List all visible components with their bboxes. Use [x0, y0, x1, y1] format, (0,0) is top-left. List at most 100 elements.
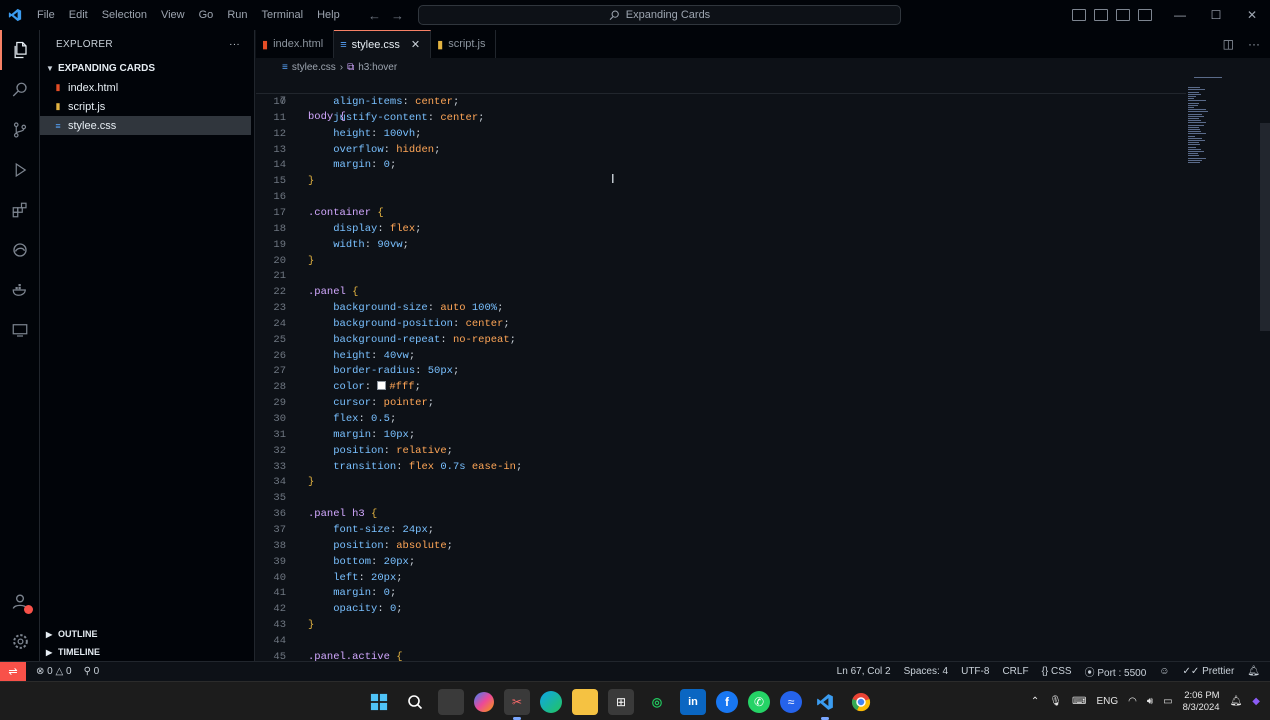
line-ending[interactable]: CRLF	[1002, 666, 1028, 677]
facebook-icon[interactable]: f	[716, 690, 738, 713]
toggle-panel-icon[interactable]	[1094, 9, 1108, 21]
code-line[interactable]: 29 cursor: pointer;	[256, 395, 1186, 411]
notifications-bell-icon[interactable]: 🔔︎	[1230, 696, 1243, 707]
code-line[interactable]: 30 flex: 0.5;	[256, 411, 1186, 427]
tab-script-js[interactable]: ▮ script.js	[431, 30, 497, 58]
back-arrow-icon[interactable]: ←	[368, 8, 381, 23]
timeline-section[interactable]: ▶ TIMELINE	[40, 643, 255, 661]
breadcrumb-file[interactable]: stylee.css	[292, 62, 336, 73]
file-explorer-icon[interactable]	[572, 688, 598, 715]
forward-arrow-icon[interactable]: →	[391, 8, 404, 23]
menu-go[interactable]: Go	[192, 0, 221, 30]
file-item-index-html[interactable]: ▮ index.html	[40, 78, 254, 97]
remote-explorer-icon[interactable]	[0, 310, 40, 350]
code-line[interactable]: 35	[256, 490, 1186, 506]
code-line[interactable]: 16	[256, 189, 1186, 205]
whatsapp-icon[interactable]: ✆	[748, 690, 770, 713]
code-line[interactable]: 19 width: 90vw;	[256, 237, 1186, 253]
code-line[interactable]: 32 position: relative;	[256, 443, 1186, 459]
code-line[interactable]: 10 align-items: center;	[256, 94, 1186, 110]
code-line[interactable]: 38 position: absolute;	[256, 538, 1186, 554]
vscode-taskbar-icon[interactable]	[812, 689, 838, 720]
folder-expanding-cards[interactable]: ▼ EXPANDING CARDS	[40, 58, 254, 78]
code-line[interactable]: 31 margin: 10px;	[256, 427, 1186, 443]
source-control-icon[interactable]	[0, 110, 40, 150]
encoding[interactable]: UTF-8	[961, 666, 989, 677]
code-line[interactable]: 39 bottom: 20px;	[256, 554, 1186, 570]
command-center-search[interactable]: Expanding Cards	[418, 5, 901, 25]
linkedin-icon[interactable]: in	[680, 688, 706, 715]
copilot-color-icon[interactable]: ◆	[1252, 696, 1260, 707]
menu-file[interactable]: File	[30, 0, 62, 30]
messenger-icon[interactable]: ≈	[780, 690, 802, 713]
copilot-app-icon[interactable]	[474, 691, 494, 712]
code-line[interactable]: 45 .panel.active {	[256, 649, 1186, 661]
edge-browser-icon[interactable]	[540, 690, 562, 713]
search-icon[interactable]	[0, 70, 40, 110]
indentation[interactable]: Spaces: 4	[904, 666, 948, 677]
code-line[interactable]: 21	[256, 268, 1186, 284]
ports-indicator[interactable]: ⚲ 0	[84, 666, 100, 677]
code-line[interactable]: 27 border-radius: 50px;	[256, 363, 1186, 379]
file-item-script-js[interactable]: ▮ script.js	[40, 97, 254, 116]
split-editor-icon[interactable]: ◫	[1223, 37, 1234, 51]
cursor-position[interactable]: Ln 67, Col 2	[837, 666, 891, 677]
wifi-icon[interactable]: ◠	[1128, 696, 1137, 707]
menu-help[interactable]: Help	[310, 0, 347, 30]
chevron-up-icon[interactable]: ⌃	[1031, 696, 1039, 707]
code-line[interactable]: 11 justify-content: center;	[256, 110, 1186, 126]
customize-layout-icon[interactable]	[1138, 9, 1152, 21]
tab-index-html[interactable]: ▮ index.html	[256, 30, 335, 58]
battery-icon[interactable]: ▭	[1163, 696, 1172, 707]
menu-terminal[interactable]: Terminal	[255, 0, 311, 30]
toggle-secondary-sidebar-icon[interactable]	[1116, 9, 1130, 21]
code-line[interactable]: 18 display: flex;	[256, 221, 1186, 237]
minimize-button[interactable]: —	[1162, 0, 1198, 30]
code-line[interactable]: 40 left: 20px;	[256, 570, 1186, 586]
microphone-icon[interactable]: 🎙︎	[1049, 696, 1062, 707]
toggle-primary-sidebar-icon[interactable]	[1072, 9, 1086, 21]
language-mode[interactable]: {} CSS	[1042, 666, 1072, 677]
code-line[interactable]: 37 font-size: 24px;	[256, 522, 1186, 538]
code-editor[interactable]: 10 align-items: center; 11 justify-conten…	[256, 77, 1270, 661]
code-line[interactable]: 12 height: 100vh;	[256, 126, 1186, 142]
problems-indicator[interactable]: ⊗ 0 △ 0	[36, 666, 72, 677]
chrome-icon[interactable]	[848, 689, 874, 715]
code-line[interactable]: 22 .panel {	[256, 284, 1186, 300]
minimap[interactable]	[1184, 77, 1264, 167]
vertical-scrollbar[interactable]	[1260, 123, 1270, 331]
code-line[interactable]: 15}	[256, 173, 1186, 189]
docker-icon[interactable]	[0, 270, 40, 310]
tab-stylee-css[interactable]: ≡ stylee.css ✕	[334, 30, 432, 58]
code-line[interactable]: 43}	[256, 617, 1186, 633]
windows-start-icon[interactable]	[366, 689, 392, 715]
file-item-stylee-css[interactable]: ≡ stylee.css	[40, 116, 251, 135]
snipping-tool-icon[interactable]: ✂	[504, 688, 530, 720]
outline-section[interactable]: ▶ OUTLINE	[40, 625, 255, 643]
remote-indicator-icon[interactable]: ⇌	[0, 661, 26, 682]
close-icon[interactable]: ✕	[411, 38, 420, 51]
code-line[interactable]: 36 .panel h3 {	[256, 506, 1186, 522]
code-line[interactable]: 34}	[256, 474, 1186, 490]
code-line[interactable]: 33 transition: flex 0.7s ease-in;	[256, 459, 1186, 475]
input-language[interactable]: ENG	[1096, 696, 1118, 707]
code-line[interactable]: 17 .container {	[256, 205, 1186, 221]
menu-view[interactable]: View	[154, 0, 192, 30]
code-line[interactable]: 28 color: #fff;	[256, 379, 1186, 395]
code-line[interactable]: 20}	[256, 253, 1186, 269]
live-server-port[interactable]: ⦿ Port : 5500	[1085, 664, 1147, 679]
volume-icon[interactable]: 🔊︎	[1147, 696, 1153, 707]
run-debug-icon[interactable]	[0, 150, 40, 190]
settings-gear-icon[interactable]	[0, 621, 40, 661]
breadcrumb-symbol[interactable]: h3:hover	[358, 62, 397, 73]
more-actions-icon[interactable]: ···	[1248, 37, 1260, 51]
keyboard-icon[interactable]: ⌨	[1072, 696, 1086, 707]
menu-edit[interactable]: Edit	[62, 0, 95, 30]
close-window-button[interactable]: ✕	[1234, 0, 1270, 30]
maximize-button[interactable]: ☐	[1198, 0, 1234, 30]
system-clock[interactable]: 2:06 PM 8/3/2024	[1183, 690, 1220, 714]
quickbooks-icon[interactable]: ◎	[644, 689, 670, 715]
prettier-status[interactable]: ✓✓ Prettier	[1183, 666, 1235, 677]
menu-selection[interactable]: Selection	[95, 0, 154, 30]
extensions-icon[interactable]	[0, 190, 40, 230]
